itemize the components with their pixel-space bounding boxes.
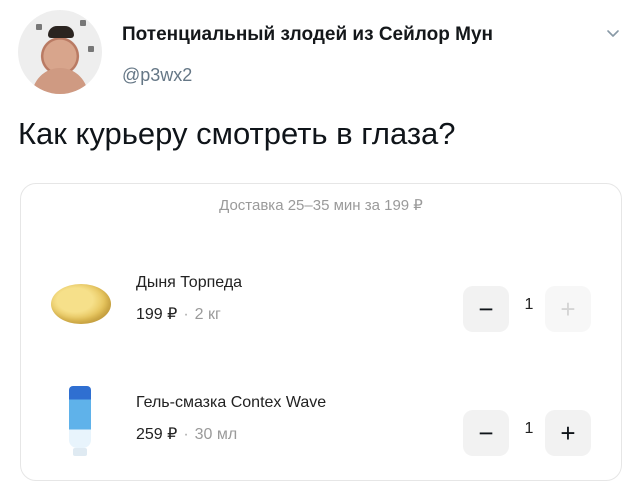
avatar[interactable]	[18, 10, 102, 94]
tweet-text: Как курьеру смотреть в глаза?	[18, 116, 456, 151]
cart-item: Гель-смазка Contex Wave 259 ₽ · 30 мл − 1 …	[21, 386, 621, 464]
tweet-header: Потенциальный злодей из Сейлор Мун @p3wx…	[18, 10, 622, 94]
cart-screenshot-card: Доставка 25–35 мин за 199 ₽ Дыня Торпеда…	[20, 183, 622, 481]
item-weight: 2 кг	[194, 306, 221, 323]
cart-item: Дыня Торпеда 199 ₽ · 2 кг − 1 +	[21, 274, 621, 344]
item-price: 259 ₽	[136, 426, 178, 443]
item-name: Гель-смазка Contex Wave	[136, 394, 327, 411]
item-meta: 259 ₽ · 30 мл	[136, 424, 237, 444]
melon-image	[51, 284, 111, 324]
meta-separator: ·	[183, 426, 189, 443]
display-name[interactable]: Потенциальный злодей из Сейлор Мун	[122, 24, 493, 46]
item-price: 199 ₽	[136, 306, 178, 323]
user-handle[interactable]: @p3wx2	[122, 65, 192, 86]
avatar-hair	[48, 26, 74, 38]
increase-quantity-button[interactable]: +	[545, 286, 591, 332]
item-name: Дыня Торпеда	[136, 274, 243, 291]
decrease-quantity-button[interactable]: −	[463, 410, 509, 456]
chevron-down-icon[interactable]	[604, 24, 622, 42]
item-weight: 30 мл	[194, 426, 238, 443]
item-quantity: 1	[524, 420, 534, 437]
item-quantity: 1	[524, 296, 534, 313]
delivery-info: Доставка 25–35 мин за 199 ₽	[219, 197, 423, 214]
avatar-shoulders	[32, 68, 88, 94]
lubricant-tube-image	[69, 386, 91, 448]
decrease-quantity-button[interactable]: −	[463, 286, 509, 332]
avatar-background-detail	[88, 46, 94, 52]
avatar-background-detail	[80, 20, 86, 26]
tube-cap	[73, 448, 87, 456]
avatar-background-detail	[36, 24, 42, 30]
increase-quantity-button[interactable]: +	[545, 410, 591, 456]
meta-separator: ·	[183, 306, 189, 323]
item-meta: 199 ₽ · 2 кг	[136, 304, 221, 324]
